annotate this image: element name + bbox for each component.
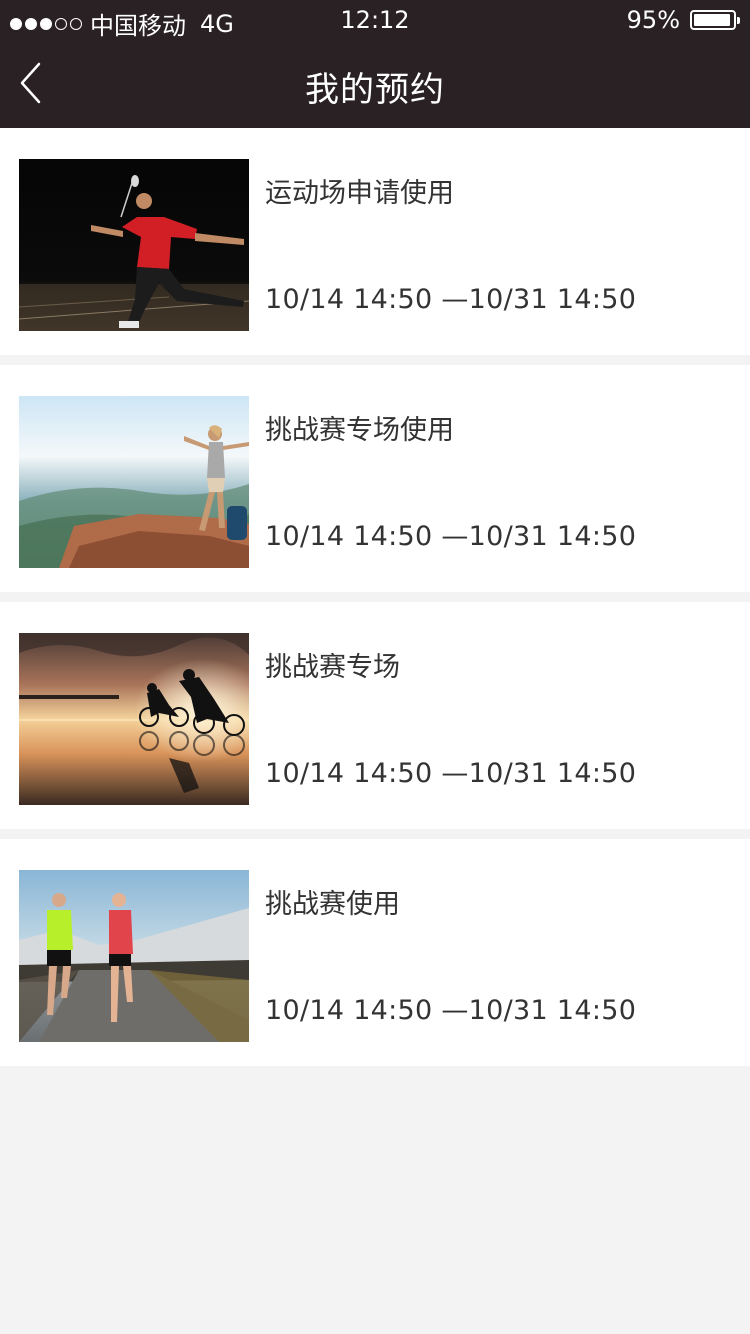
badminton-player-photo: [19, 159, 249, 331]
reservation-list: 运动场申请使用 10/14 14:50 —10/31 14:50 挑战赛专场使用…: [0, 128, 750, 1076]
reservation-card[interactable]: 挑战赛专场 10/14 14:50 —10/31 14:50: [0, 602, 750, 829]
reservation-title: 运动场申请使用: [265, 178, 454, 209]
reservation-title: 挑战赛使用: [265, 889, 400, 920]
runners-road-photo: [19, 870, 249, 1042]
nav-bar: 我的预约: [0, 40, 750, 128]
top-bar: 中国移动 4G 12:12 95% 我的预约: [0, 0, 750, 128]
reservation-card[interactable]: 挑战赛使用 10/14 14:50 —10/31 14:50: [0, 839, 750, 1066]
page-title: 我的预约: [305, 70, 445, 110]
reservation-card[interactable]: 运动场申请使用 10/14 14:50 —10/31 14:50: [0, 128, 750, 355]
reservation-time: 10/14 14:50 —10/31 14:50: [265, 995, 637, 1026]
hiker-on-cliff-photo: [19, 396, 249, 568]
status-right: 95%: [626, 6, 740, 34]
cyclists-sunset-photo: [19, 633, 249, 805]
reservation-time: 10/14 14:50 —10/31 14:50: [265, 284, 637, 315]
reservation-time: 10/14 14:50 —10/31 14:50: [265, 758, 637, 789]
battery-percent: 95%: [626, 6, 680, 34]
reservation-title: 挑战赛专场使用: [265, 415, 454, 446]
reservation-title: 挑战赛专场: [265, 652, 400, 683]
reservation-time: 10/14 14:50 —10/31 14:50: [265, 521, 637, 552]
status-bar: 中国移动 4G 12:12 95%: [0, 0, 750, 40]
reservation-card[interactable]: 挑战赛专场使用 10/14 14:50 —10/31 14:50: [0, 365, 750, 592]
battery-icon: [690, 10, 740, 30]
